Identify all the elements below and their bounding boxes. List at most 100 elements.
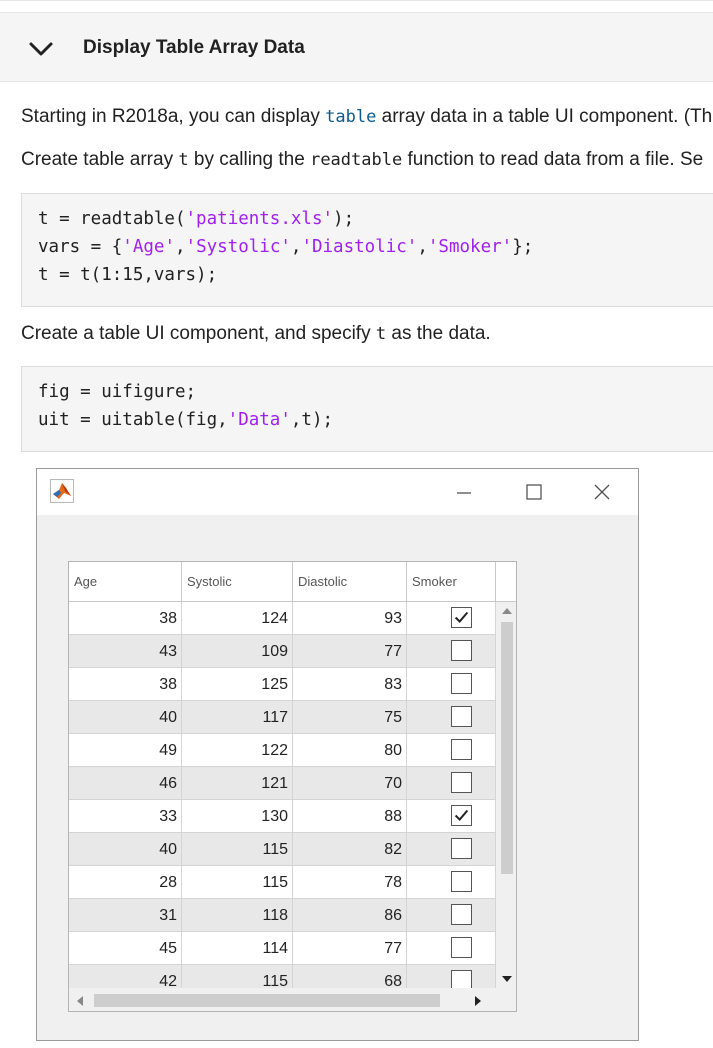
checkbox-unchecked[interactable] xyxy=(451,838,472,859)
cell-systolic[interactable]: 114 xyxy=(182,932,293,965)
table-row[interactable]: 45 114 77 xyxy=(69,932,496,965)
table-row[interactable]: 40 115 82 xyxy=(69,833,496,866)
scroll-down-icon[interactable] xyxy=(502,976,512,982)
horizontal-scroll-thumb[interactable] xyxy=(94,994,440,1007)
checkbox-unchecked[interactable] xyxy=(451,904,472,925)
table-row[interactable]: 38 125 83 xyxy=(69,668,496,701)
cell-age[interactable]: 31 xyxy=(69,899,182,932)
code-line: uit = uitable(fig,'Data',t); xyxy=(38,410,334,430)
cell-diastolic[interactable]: 83 xyxy=(293,668,407,701)
table-row[interactable]: 31 118 86 xyxy=(69,899,496,932)
checkbox-unchecked[interactable] xyxy=(451,706,472,727)
cell-systolic[interactable]: 121 xyxy=(182,767,293,800)
column-header-smoker[interactable]: Smoker xyxy=(407,562,496,602)
cell-systolic[interactable]: 118 xyxy=(182,899,293,932)
table-row[interactable]: 46 121 70 xyxy=(69,767,496,800)
column-header-age[interactable]: Age xyxy=(69,562,182,602)
minimize-icon[interactable] xyxy=(453,481,475,503)
checkbox-unchecked[interactable] xyxy=(451,739,472,760)
cell-age[interactable]: 38 xyxy=(69,602,182,635)
matlab-logo-icon xyxy=(50,479,74,503)
scroll-right-icon[interactable] xyxy=(475,996,481,1006)
intro-text: Create table array xyxy=(21,149,179,170)
table-row[interactable]: 38 124 93 xyxy=(69,602,496,635)
table-row[interactable]: 49 122 80 xyxy=(69,734,496,767)
code-block-1[interactable]: t = readtable('patients.xls'); vars = {'… xyxy=(21,193,713,307)
scroll-corner xyxy=(496,988,516,1011)
cell-age[interactable]: 40 xyxy=(69,701,182,734)
intro-paragraph-1: Starting in R2018a, you can display tabl… xyxy=(21,106,712,128)
code-line: vars = {'Age','Systolic','Diastolic','Sm… xyxy=(38,237,534,257)
cell-diastolic[interactable]: 70 xyxy=(293,767,407,800)
intro-text: function to read data from a file. Se xyxy=(402,149,704,170)
paragraph-text: as the data. xyxy=(386,323,491,344)
intro-text: array data in a table UI component. (Th xyxy=(376,106,713,127)
table-row[interactable]: 28 115 78 xyxy=(69,866,496,899)
vertical-scroll-thumb[interactable] xyxy=(501,622,513,874)
cell-systolic[interactable]: 122 xyxy=(182,734,293,767)
checkbox-unchecked[interactable] xyxy=(451,673,472,694)
paragraph-text: Create a table UI component, and specify xyxy=(21,323,376,344)
chevron-down-icon[interactable] xyxy=(28,39,54,59)
cell-age[interactable]: 46 xyxy=(69,767,182,800)
cell-diastolic[interactable]: 77 xyxy=(293,635,407,668)
header-corner xyxy=(496,562,516,602)
checkbox-checked[interactable] xyxy=(451,607,472,628)
cell-age[interactable]: 33 xyxy=(69,800,182,833)
intro-text: by calling the xyxy=(188,149,311,170)
horizontal-scrollbar[interactable] xyxy=(69,988,496,1011)
checkbox-checked[interactable] xyxy=(451,805,472,826)
cell-systolic[interactable]: 115 xyxy=(182,833,293,866)
cell-systolic[interactable]: 125 xyxy=(182,668,293,701)
table-code-link[interactable]: table xyxy=(325,107,376,127)
column-header-diastolic[interactable]: Diastolic xyxy=(293,562,407,602)
intro-paragraph-2: Create table array t by calling the read… xyxy=(21,149,703,171)
cell-diastolic[interactable]: 88 xyxy=(293,800,407,833)
cell-age[interactable]: 49 xyxy=(69,734,182,767)
cell-systolic[interactable]: 115 xyxy=(182,866,293,899)
scroll-up-icon[interactable] xyxy=(502,608,512,614)
cell-diastolic[interactable]: 86 xyxy=(293,899,407,932)
inline-code: t xyxy=(375,324,387,344)
intro-text: Starting in R2018a, you can display xyxy=(21,106,326,127)
cell-systolic[interactable]: 124 xyxy=(182,602,293,635)
cell-diastolic[interactable]: 80 xyxy=(293,734,407,767)
uifigure-window: Age Systolic Diastolic Smoker 38 124 93 43 1… xyxy=(36,468,639,1041)
cell-diastolic[interactable]: 93 xyxy=(293,602,407,635)
table-row[interactable]: 40 117 75 xyxy=(69,701,496,734)
code-line: fig = uifigure; xyxy=(38,382,197,402)
table-row[interactable]: 43 109 77 xyxy=(69,635,496,668)
cell-systolic[interactable]: 117 xyxy=(182,701,293,734)
column-header-systolic[interactable]: Systolic xyxy=(182,562,293,602)
section-header[interactable]: Display Table Array Data xyxy=(0,12,713,82)
vertical-scrollbar[interactable] xyxy=(496,602,516,988)
checkbox-unchecked[interactable] xyxy=(451,871,472,892)
cell-diastolic[interactable]: 82 xyxy=(293,833,407,866)
ui-table[interactable]: Age Systolic Diastolic Smoker 38 124 93 43 1… xyxy=(68,561,517,1012)
scroll-left-icon[interactable] xyxy=(77,996,83,1006)
inline-code: t xyxy=(178,150,189,170)
cell-age[interactable]: 45 xyxy=(69,932,182,965)
cell-diastolic[interactable]: 77 xyxy=(293,932,407,965)
cell-diastolic[interactable]: 75 xyxy=(293,701,407,734)
cell-systolic[interactable]: 130 xyxy=(182,800,293,833)
cell-age[interactable]: 38 xyxy=(69,668,182,701)
section-title: Display Table Array Data xyxy=(83,37,305,58)
checkbox-unchecked[interactable] xyxy=(451,772,472,793)
cell-diastolic[interactable]: 78 xyxy=(293,866,407,899)
table-header: Age Systolic Diastolic Smoker xyxy=(69,562,516,602)
top-rule xyxy=(0,0,713,1)
table-row[interactable]: 33 130 88 xyxy=(69,800,496,833)
maximize-icon[interactable] xyxy=(523,481,545,503)
inline-code: readtable xyxy=(310,150,403,170)
code-block-2[interactable]: fig = uifigure; uit = uitable(fig,'Data'… xyxy=(21,366,713,452)
checkbox-unchecked[interactable] xyxy=(451,640,472,661)
cell-age[interactable]: 43 xyxy=(69,635,182,668)
window-titlebar[interactable] xyxy=(37,469,638,515)
cell-age[interactable]: 40 xyxy=(69,833,182,866)
code-line: t = t(1:15,vars); xyxy=(38,265,218,285)
close-icon[interactable] xyxy=(591,481,613,503)
cell-systolic[interactable]: 109 xyxy=(182,635,293,668)
checkbox-unchecked[interactable] xyxy=(451,937,472,958)
cell-age[interactable]: 28 xyxy=(69,866,182,899)
